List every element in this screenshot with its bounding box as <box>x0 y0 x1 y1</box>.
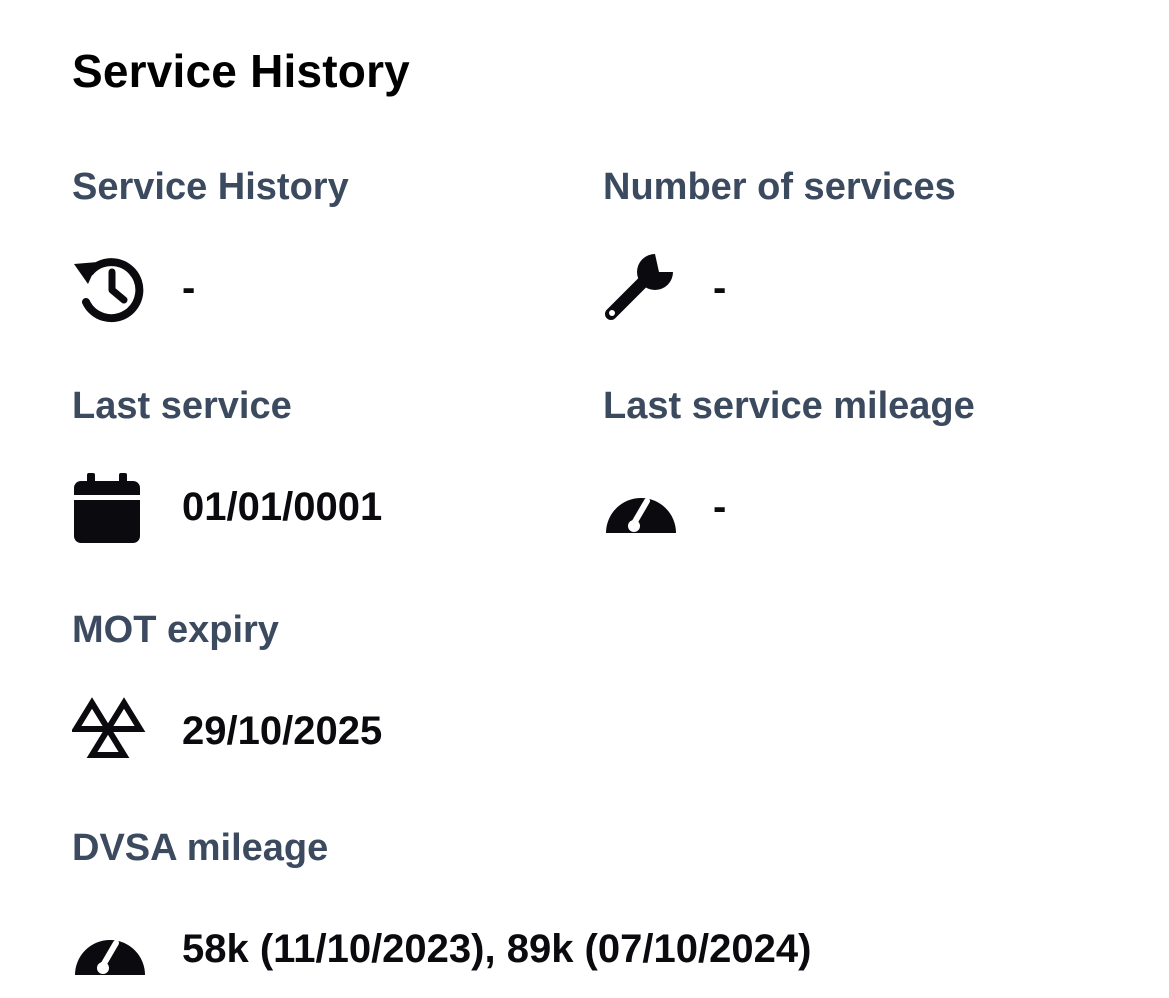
dvsa-mileage-label: DVSA mileage <box>72 827 329 869</box>
section-title: Service History <box>72 45 410 97</box>
service-history-value-row: - <box>72 250 195 326</box>
last-service-mileage-label: Last service mileage <box>603 385 975 427</box>
service-history-label: Service History <box>72 166 349 208</box>
history-icon <box>72 250 148 326</box>
service-history-field: Service History - <box>72 166 349 323</box>
mot-triangles-icon <box>72 693 148 769</box>
mot-expiry-value: 29/10/2025 <box>182 709 383 753</box>
mot-expiry-label: MOT expiry <box>72 609 279 651</box>
last-service-mileage-field: Last service mileage - <box>603 385 975 533</box>
number-of-services-field: Number of services - <box>603 166 956 320</box>
gauge-icon <box>603 469 679 545</box>
last-service-value: 01/01/0001 <box>182 485 383 529</box>
dvsa-mileage-value-row: 58k (11/10/2023), 89k (07/10/2024) <box>72 911 811 987</box>
last-service-value-row: 01/01/0001 <box>72 469 382 545</box>
mot-expiry-value-row: 29/10/2025 <box>72 693 382 769</box>
service-history-value: - <box>182 266 196 310</box>
number-of-services-value: - <box>713 266 727 310</box>
dvsa-mileage-value: 58k (11/10/2023), 89k (07/10/2024) <box>182 927 812 971</box>
calendar-icon <box>72 469 148 545</box>
number-of-services-label: Number of services <box>603 166 956 208</box>
last-service-mileage-value-row: - <box>603 469 726 545</box>
last-service-field: Last service 01/01/0001 <box>72 385 382 543</box>
wrench-icon <box>603 250 679 326</box>
dvsa-mileage-field: DVSA mileage 58k (11/10/2023), 89k (07/1… <box>72 827 811 975</box>
number-of-services-value-row: - <box>603 250 726 326</box>
gauge-icon <box>72 911 148 987</box>
last-service-mileage-value: - <box>713 485 727 529</box>
last-service-label: Last service <box>72 385 292 427</box>
mot-expiry-field: MOT expiry 29/10/2025 <box>72 609 382 758</box>
